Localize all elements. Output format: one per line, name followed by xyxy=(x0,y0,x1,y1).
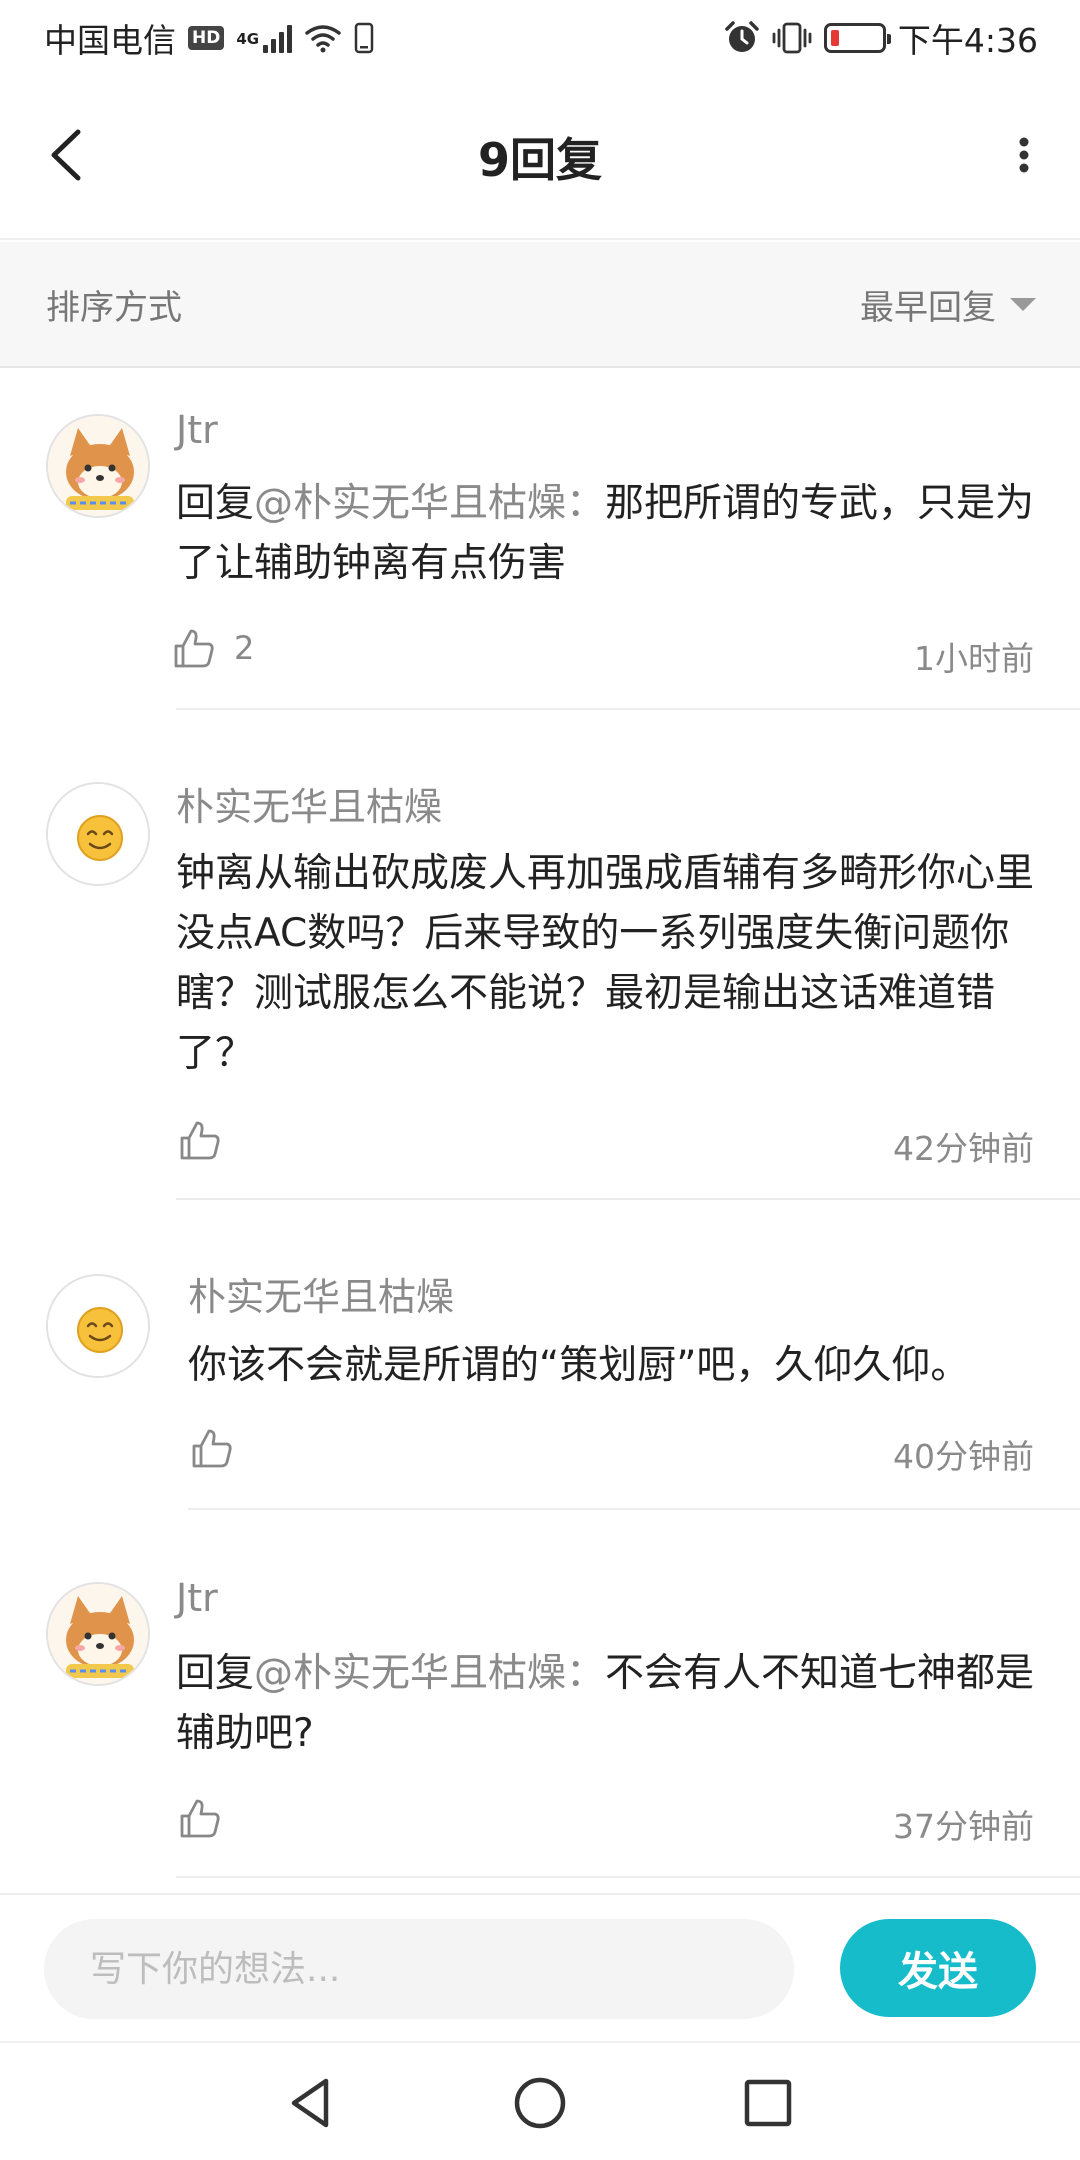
like-button[interactable] xyxy=(190,1426,252,1470)
sort-selected-value: 最早回复 xyxy=(860,287,996,328)
hd-badge: HD xyxy=(188,26,225,50)
back-arrow-icon[interactable] xyxy=(40,120,100,190)
sort-label: 排序方式 xyxy=(46,287,182,328)
comment-content: 你该不会就是所谓的“策划厨”吧，久仰久仰。 xyxy=(188,1343,970,1388)
comment-content: 回复@朴实无华且枯燥：那把所谓的专武，只是为了让辅助钟离有点伤害 xyxy=(176,474,1036,594)
comment-username[interactable]: Jtr xyxy=(176,408,218,452)
comment-divider xyxy=(176,1876,1080,1878)
reply-colon: ： xyxy=(566,481,606,526)
like-button[interactable]: 2 xyxy=(172,626,254,670)
reply-input-bar: 发送 xyxy=(0,1893,1080,2041)
comment-content: 钟离从输出砍成废人再加强成盾辅有多畸形你心里没点AC数吗？后来导致的一系列强度失… xyxy=(176,851,1035,1076)
wifi-icon xyxy=(305,25,341,53)
comment-username[interactable]: 朴实无华且枯燥 xyxy=(188,1266,454,1321)
comment-content: 回复@朴实无华且枯燥：不会有人不知道七神都是辅助吧? xyxy=(176,1644,1036,1764)
reply-colon: ： xyxy=(566,1651,606,1696)
like-count: 2 xyxy=(234,629,255,667)
home-circle-icon[interactable] xyxy=(500,2063,580,2143)
sort-bar: 排序方式 最早回复 xyxy=(0,242,1080,368)
page-title: 9回复 xyxy=(477,133,602,187)
avatar[interactable] xyxy=(46,414,150,518)
back-triangle-icon[interactable] xyxy=(270,2063,350,2143)
status-bar-left: 中国电信 HD 4G xyxy=(44,14,374,62)
comment-item: Jtr 回复@朴实无华且枯燥：不会有人不知道七神都是辅助吧? 37分钟前 xyxy=(0,1510,1080,1880)
battery-level xyxy=(830,30,839,46)
smiley-avatar xyxy=(48,1276,148,1376)
like-button[interactable] xyxy=(178,1118,240,1162)
thumbs-up-icon xyxy=(192,1429,232,1468)
thumbs-up-icon xyxy=(174,629,214,668)
carrier-name: 中国电信 xyxy=(44,21,176,60)
more-vertical-icon[interactable] xyxy=(1004,120,1044,190)
signal-icon xyxy=(263,23,293,53)
avatar[interactable] xyxy=(46,1582,150,1686)
smiley-avatar xyxy=(48,784,148,884)
shiba-avatar xyxy=(48,416,148,516)
phone-icon xyxy=(354,22,374,54)
recents-square-icon[interactable] xyxy=(728,2063,808,2143)
shiba-avatar xyxy=(48,1584,148,1684)
avatar[interactable] xyxy=(46,782,150,886)
comment-item: 朴实无华且枯燥 你该不会就是所谓的“策划厨”吧，久仰久仰。 40分钟前 xyxy=(0,1200,1080,1510)
comment-username[interactable]: 朴实无华且枯燥 xyxy=(176,776,442,831)
reply-mention[interactable]: @朴实无华且枯燥 xyxy=(254,1651,566,1696)
system-nav-bar xyxy=(0,2041,1080,2160)
vibrate-icon xyxy=(772,22,812,54)
title-bar: 9回复 xyxy=(0,76,1080,240)
status-bar: 中国电信 HD 4G 下午4:36 xyxy=(0,0,1080,76)
clock-time: 下午4:36 xyxy=(897,21,1038,60)
thumbs-up-icon xyxy=(180,1799,220,1838)
caret-down-icon xyxy=(1010,297,1036,311)
battery-icon xyxy=(823,23,891,53)
comment-time: 1小时前 xyxy=(914,639,1034,678)
comment-time: 40分钟前 xyxy=(893,1437,1034,1476)
sort-dropdown[interactable]: 最早回复 xyxy=(860,280,1036,329)
thumbs-up-icon xyxy=(180,1121,220,1160)
comment-item: Jtr 回复@朴实无华且枯燥：那把所谓的专武，只是为了让辅助钟离有点伤害 2 1… xyxy=(0,370,1080,710)
avatar[interactable] xyxy=(46,1274,150,1378)
alarm-icon xyxy=(725,21,759,52)
comment-time: 42分钟前 xyxy=(893,1129,1034,1168)
reply-input[interactable] xyxy=(44,1919,794,2019)
network-type: 4G xyxy=(236,30,260,48)
reply-prefix: 回复 xyxy=(176,1651,255,1696)
send-button[interactable]: 发送 xyxy=(840,1919,1036,2017)
like-button[interactable] xyxy=(178,1796,240,1840)
comment-item: 朴实无华且枯燥 钟离从输出砍成废人再加强成盾辅有多畸形你心里没点AC数吗？后来导… xyxy=(0,710,1080,1200)
comment-username[interactable]: Jtr xyxy=(176,1576,218,1620)
comment-time: 37分钟前 xyxy=(893,1807,1034,1846)
status-bar-right: 下午4:36 xyxy=(724,14,1038,62)
reply-prefix: 回复 xyxy=(176,481,255,526)
reply-mention[interactable]: @朴实无华且枯燥 xyxy=(254,481,566,526)
